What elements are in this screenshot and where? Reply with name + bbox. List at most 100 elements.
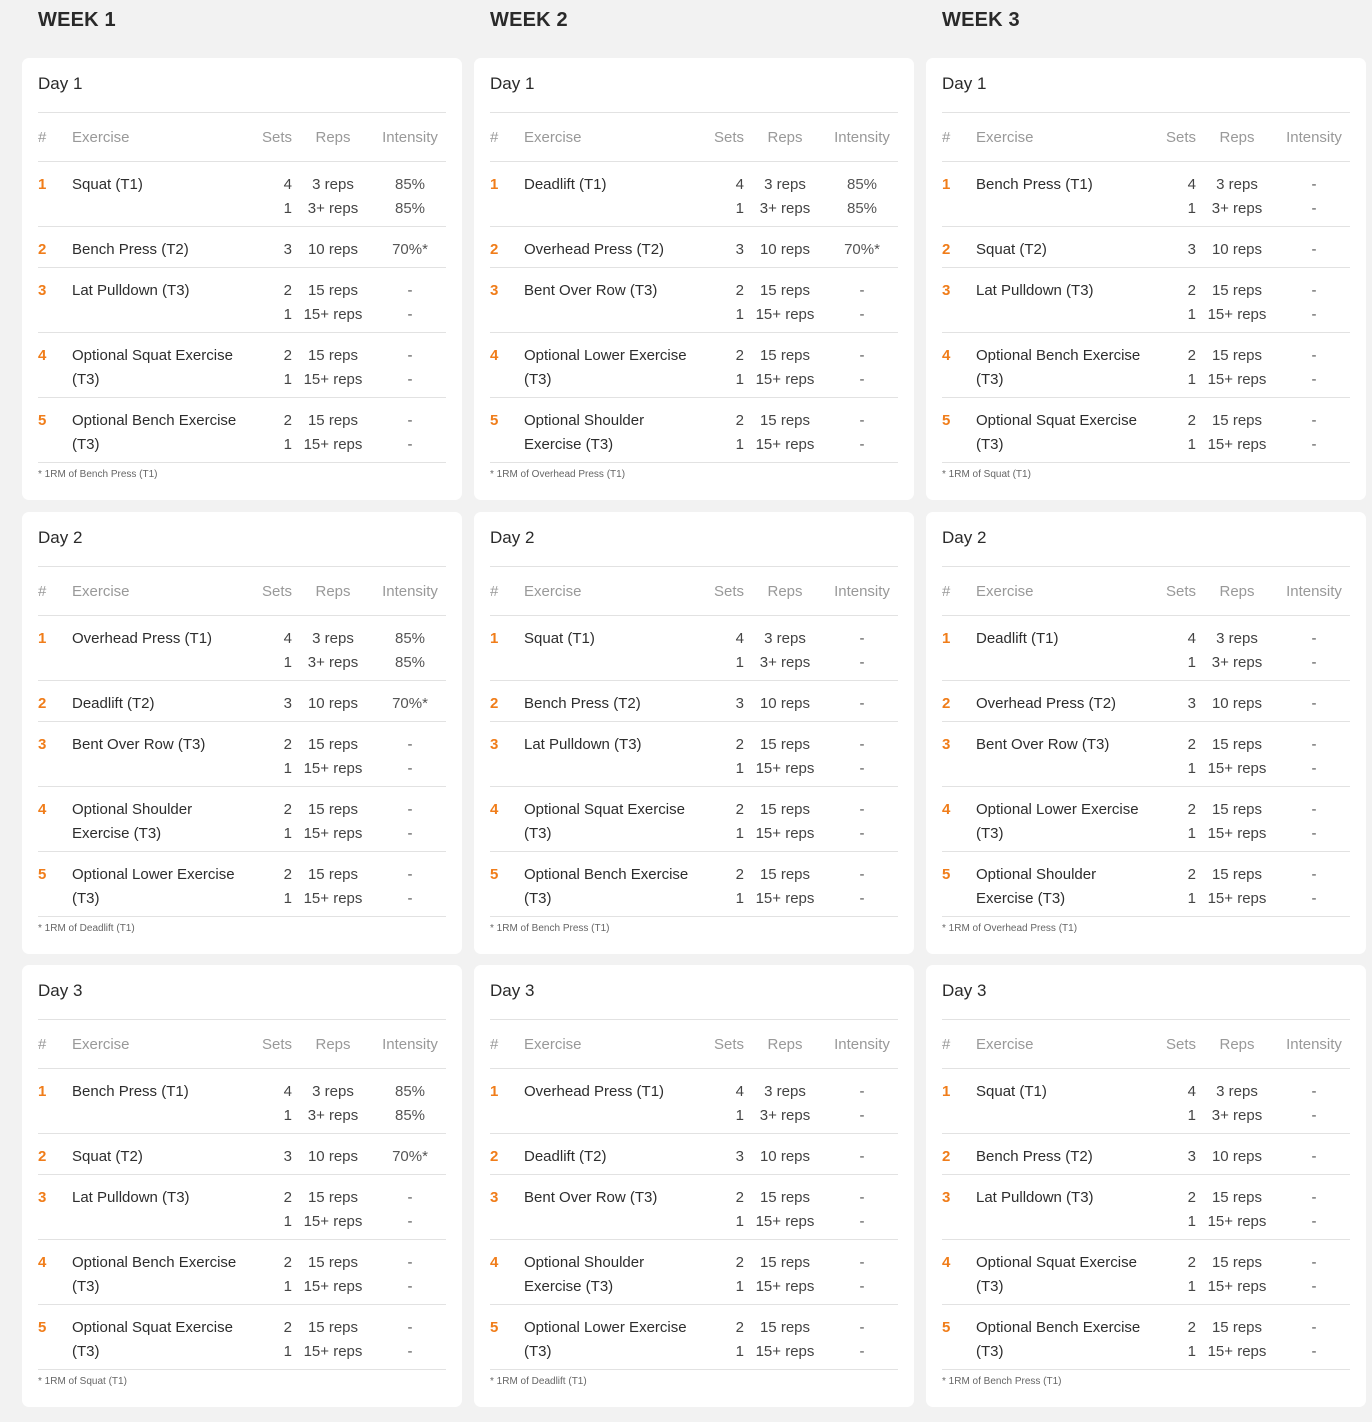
sets-value: 4 xyxy=(283,1083,292,1100)
exercise-number: 5 xyxy=(490,866,499,883)
exercise-name: Optional Bench Exercise (T3) xyxy=(976,347,1141,388)
intensity-value: 70%* xyxy=(392,695,428,712)
intensity-value: - xyxy=(1311,1213,1317,1230)
reps-value: 15+ reps xyxy=(755,1343,815,1360)
intensity-value: - xyxy=(407,825,413,842)
table-row: 5 Optional Shoulder Exercise (T3) 2 1 15 rep… xyxy=(942,852,1350,917)
sets-value: 4 xyxy=(735,1083,744,1100)
header-exercise: Exercise xyxy=(524,582,582,600)
sets-value: 2 xyxy=(1187,1189,1196,1206)
exercise-number: 2 xyxy=(38,241,47,258)
intensity-cell: -- xyxy=(826,409,898,457)
table-row: 4 Optional Lower Exercise (T3) 2 1 15 reps 15… xyxy=(490,333,898,398)
reps-cell: 15 reps 15+ reps xyxy=(292,279,374,327)
intensity-cell: -- xyxy=(826,344,898,392)
sets-value: 1 xyxy=(283,1343,292,1360)
exercise-number: 5 xyxy=(38,1319,47,1336)
sets-value: 1 xyxy=(735,654,744,671)
reps-value: 15+ reps xyxy=(303,1278,363,1295)
intensity-value: - xyxy=(1311,1319,1317,1336)
sets-value: 2 xyxy=(735,282,744,299)
reps-value: 15 reps xyxy=(759,282,811,299)
intensity-cell: -- xyxy=(1278,409,1350,457)
header-reps: Reps xyxy=(1219,582,1255,600)
reps-value: 15+ reps xyxy=(303,371,363,388)
intensity-value: - xyxy=(407,1343,413,1360)
sets-value: 2 xyxy=(1187,347,1196,364)
sets-cell: 3 xyxy=(252,1145,292,1169)
intensity-cell: 85% 85% xyxy=(826,173,898,221)
sets-value: 1 xyxy=(735,1343,744,1360)
sets-cell: 21 xyxy=(1156,409,1196,457)
reps-value: 15+ reps xyxy=(755,825,815,842)
sets-value: 4 xyxy=(1187,1083,1196,1100)
sets-value: 1 xyxy=(1187,890,1196,907)
reps-cell: 15 reps 15+ reps xyxy=(1196,1186,1278,1234)
intensity-value: - xyxy=(1311,200,1317,217)
header-reps: Reps xyxy=(315,582,351,600)
intensity-cell: 70%* xyxy=(374,238,446,262)
exercise-name: Optional Shoulder Exercise (T3) xyxy=(524,412,645,453)
header-intensity: Intensity xyxy=(1286,582,1342,600)
reps-value: 15+ reps xyxy=(1207,1343,1267,1360)
table-row: 5 Optional Bench Exercise (T3) 2 1 15 reps 15… xyxy=(942,1305,1350,1370)
intensity-cell: -- xyxy=(374,279,446,327)
intensity-value: - xyxy=(859,347,865,364)
exercise-number: 3 xyxy=(942,736,951,753)
reps-value: 15 reps xyxy=(1211,412,1263,429)
footnote: * 1RM of Overhead Press (T1) xyxy=(490,469,626,480)
header-exercise: Exercise xyxy=(72,128,130,146)
table-row: 5 Optional Shoulder Exercise (T3) 2 1 15 rep… xyxy=(490,398,898,463)
reps-cell: 15 reps 15+ reps xyxy=(744,733,826,781)
reps-value: 15 reps xyxy=(759,736,811,753)
reps-value: 15+ reps xyxy=(755,1213,815,1230)
reps-value: 3+ reps xyxy=(1211,1107,1263,1124)
intensity-value: - xyxy=(859,1254,865,1271)
sets-value: 3 xyxy=(735,1148,744,1165)
exercise-number: 5 xyxy=(490,1319,499,1336)
table-row: 1 Bench Press (T1) 4 1 3 reps 3+ reps 85% 85% xyxy=(38,1069,446,1134)
table-row: 2 Bench Press (T2) 3 10 reps - xyxy=(490,681,898,722)
intensity-cell: -- xyxy=(826,1251,898,1299)
table-row: 4 Optional Lower Exercise (T3) 2 1 15 reps 15… xyxy=(942,787,1350,852)
intensity-cell: - xyxy=(1278,692,1350,716)
reps-cell: 15 reps 15+ reps xyxy=(292,1186,374,1234)
intensity-cell: -- xyxy=(1278,173,1350,221)
exercise-number: 1 xyxy=(942,1083,951,1100)
reps-cell: 15 reps 15+ reps xyxy=(292,863,374,911)
reps-value: 3 reps xyxy=(312,176,354,193)
table-header: # Exercise Sets Reps Intensity xyxy=(38,567,446,616)
table-row: 2 Overhead Press (T2) 3 10 reps - xyxy=(942,681,1350,722)
header-exercise: Exercise xyxy=(72,582,130,600)
reps-value: 15 reps xyxy=(307,1254,359,1271)
day-title: Day 1 xyxy=(942,58,1350,113)
reps-value: 15 reps xyxy=(759,866,811,883)
header-reps: Reps xyxy=(1219,128,1255,146)
intensity-value: 85% xyxy=(846,200,878,217)
exercise-name: Bent Over Row (T3) xyxy=(72,736,206,753)
intensity-cell: -- xyxy=(1278,627,1350,675)
intensity-value: 70%* xyxy=(392,1148,428,1165)
reps-value: 15+ reps xyxy=(303,1343,363,1360)
exercise-name: Lat Pulldown (T3) xyxy=(524,736,642,753)
reps-value: 3+ reps xyxy=(759,654,811,671)
intensity-value: 85% xyxy=(394,200,426,217)
reps-value: 3 reps xyxy=(1216,176,1258,193)
reps-value: 15+ reps xyxy=(755,760,815,777)
reps-value: 15 reps xyxy=(1211,1189,1263,1206)
reps-value: 10 reps xyxy=(307,1148,359,1165)
week-title: WEEK 3 xyxy=(942,9,1020,31)
exercise-name: Optional Squat Exercise (T3) xyxy=(524,801,685,842)
sets-value: 1 xyxy=(1187,1213,1196,1230)
sets-value: 1 xyxy=(1187,306,1196,323)
footnote: * 1RM of Bench Press (T1) xyxy=(942,1376,1062,1387)
reps-value: 3 reps xyxy=(312,630,354,647)
reps-cell: 15 reps 15+ reps xyxy=(1196,1251,1278,1299)
exercise-name: Bench Press (T2) xyxy=(976,1148,1093,1165)
day-card: Day 2 # Exercise Sets Reps Intensity 1 Squat (T… xyxy=(474,512,914,954)
table-row: 1 Bench Press (T1) 4 1 3 reps 3+ reps - - xyxy=(942,162,1350,227)
exercise-name: Bent Over Row (T3) xyxy=(524,282,658,299)
intensity-value: - xyxy=(407,1278,413,1295)
table-row: 4 Optional Squat Exercise (T3) 2 1 15 reps 15… xyxy=(942,1240,1350,1305)
header-sets: Sets xyxy=(261,582,292,600)
